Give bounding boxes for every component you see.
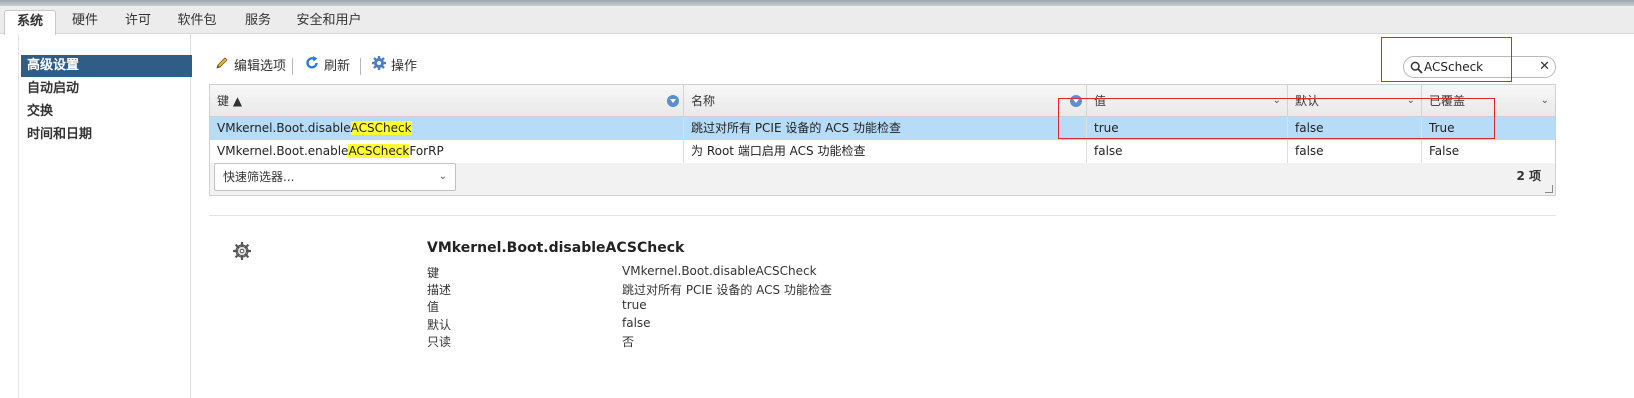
column-header-default[interactable]: 默认 ⌄: [1288, 85, 1422, 117]
detail-label: 描述: [427, 283, 452, 297]
nav-item-autostart[interactable]: 自动启动: [21, 78, 192, 100]
pencil-icon: [214, 55, 230, 79]
tab-system[interactable]: 系统: [4, 10, 56, 35]
search-icon: [1410, 61, 1423, 77]
column-header-default-label: 默认: [1295, 94, 1320, 108]
cell-key: VMkernel.Boot.enableACSCheckForRP: [210, 140, 684, 163]
quick-filter-label: 快速筛选器...: [223, 170, 295, 184]
column-header-key-label: 键 ▲: [217, 94, 243, 108]
column-header-value[interactable]: 值 ⌄: [1087, 85, 1288, 117]
tab-hardware[interactable]: 硬件: [62, 10, 108, 34]
search-match-highlight: ACSCheck: [350, 121, 412, 135]
divider: [209, 215, 1556, 216]
edit-options-button[interactable]: 编辑选项: [214, 56, 286, 78]
edit-options-label: 编辑选项: [234, 59, 287, 74]
detail-value: VMkernel.Boot.disableACSCheck: [622, 264, 817, 278]
toolbar-separator: [292, 58, 293, 75]
search-box: ✕: [1403, 56, 1556, 78]
cell-name: 跳过对所有 PCIE 设备的 ACS 功能检查: [684, 117, 1087, 140]
nav-item-swap[interactable]: 交换: [21, 101, 192, 123]
chevron-down-icon: ⌄: [438, 171, 447, 182]
cell-key: VMkernel.Boot.disableACSCheck: [210, 117, 684, 140]
table-row[interactable]: VMkernel.Boot.disableACSCheck 跳过对所有 PCIE…: [210, 117, 1555, 140]
tab-services[interactable]: 服务: [236, 10, 280, 34]
settings-table: 键 ▲ 名称 值 ⌄ 默认 ⌄ 已覆盖 ⌄ VMkernel.Boot.disa…: [209, 84, 1556, 196]
key-text: VMkernel.Boot.enable: [217, 144, 349, 158]
key-text-suffix: ForRP: [409, 144, 444, 158]
item-count: 2 项: [1516, 169, 1541, 183]
actions-button[interactable]: 操作: [371, 56, 417, 78]
refresh-button[interactable]: 刷新: [304, 56, 350, 78]
nav-item-advanced-settings[interactable]: 高级设置: [21, 55, 192, 77]
cell-value: true: [1087, 117, 1288, 140]
search-match-highlight: ACSCheck: [348, 144, 410, 158]
search-input[interactable]: [1424, 59, 1536, 75]
tab-security-users[interactable]: 安全和用户: [290, 10, 368, 34]
filter-icon[interactable]: [1070, 95, 1082, 107]
tab-bar: 系统 硬件 许可 软件包 服务 安全和用户: [0, 6, 1634, 35]
tab-license[interactable]: 许可: [116, 10, 160, 34]
left-nav: 高级设置 自动启动 交换 时间和日期: [18, 34, 192, 398]
detail-label: 值: [427, 300, 440, 314]
toolbar-separator: [360, 58, 361, 75]
detail-value: true: [622, 298, 647, 312]
detail-label: 只读: [427, 335, 452, 349]
column-header-name[interactable]: 名称: [684, 85, 1087, 117]
detail-label: 键: [427, 266, 440, 280]
refresh-icon: [304, 55, 320, 79]
key-text: VMkernel.Boot.disable: [217, 121, 351, 135]
actions-label: 操作: [391, 59, 418, 74]
column-header-value-label: 值: [1094, 94, 1107, 108]
quick-filter-dropdown[interactable]: 快速筛选器... ⌄: [214, 163, 456, 191]
nav-item-time-date[interactable]: 时间和日期: [21, 124, 192, 146]
column-header-name-label: 名称: [691, 94, 716, 108]
resize-grip-icon[interactable]: [1545, 185, 1553, 193]
chevron-down-icon[interactable]: ⌄: [1541, 85, 1549, 117]
gear-icon: [371, 55, 387, 79]
column-header-overridden[interactable]: 已覆盖 ⌄: [1422, 85, 1555, 117]
cell-value: false: [1087, 140, 1288, 163]
column-header-overridden-label: 已覆盖: [1429, 94, 1466, 108]
column-header-key[interactable]: 键 ▲: [210, 85, 684, 117]
tab-packages[interactable]: 软件包: [170, 10, 224, 34]
detail-value: 跳过对所有 PCIE 设备的 ACS 功能检查: [622, 283, 832, 297]
detail-title: VMkernel.Boot.disableACSCheck: [427, 240, 685, 256]
clear-icon[interactable]: ✕: [1539, 59, 1550, 75]
cell-overridden: False: [1429, 144, 1460, 158]
chevron-down-icon[interactable]: ⌄: [1407, 85, 1415, 117]
detail-label: 默认: [427, 318, 452, 332]
cell-default: false: [1288, 140, 1422, 163]
refresh-label: 刷新: [324, 59, 351, 74]
detail-value: 否: [622, 335, 635, 349]
cell-name: 为 Root 端口启用 ACS 功能检查: [684, 140, 1087, 163]
table-row[interactable]: VMkernel.Boot.enableACSCheckForRP 为 Root…: [210, 140, 1555, 163]
detail-value: false: [622, 316, 651, 330]
gear-icon: [231, 240, 253, 265]
filter-icon[interactable]: [667, 95, 679, 107]
cell-overridden: True: [1429, 121, 1455, 135]
cell-default: false: [1288, 117, 1422, 140]
chevron-down-icon[interactable]: ⌄: [1273, 85, 1281, 117]
